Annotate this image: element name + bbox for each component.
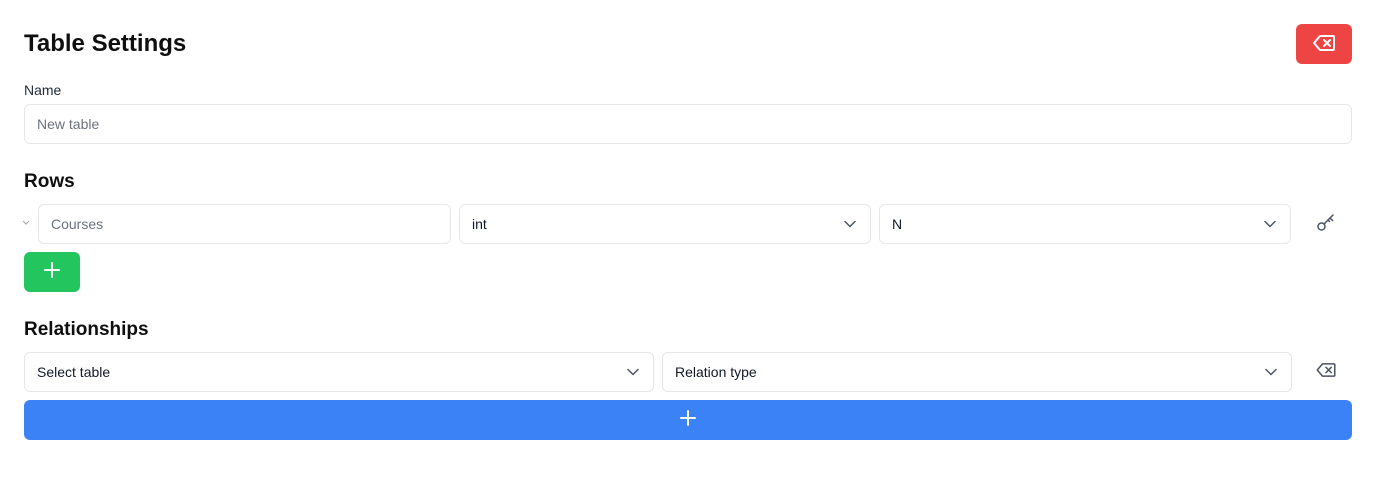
delete-backspace-icon [1316, 362, 1336, 382]
chevron-down-icon [1263, 364, 1279, 380]
chevron-down-icon [842, 216, 858, 232]
row-type-value: int [472, 216, 487, 232]
add-relationship-button[interactable] [24, 400, 1352, 440]
key-icon [1316, 212, 1336, 237]
chevron-down-icon [1262, 216, 1278, 232]
relationships-heading: Relationships [24, 319, 149, 340]
add-row-button[interactable] [24, 252, 80, 292]
row-name-input[interactable] [38, 204, 451, 244]
delete-table-button[interactable] [1296, 24, 1352, 64]
table-settings-panel: Table Settings Name Rows int N [22, 0, 1352, 488]
chevron-down-icon [625, 364, 641, 380]
row-nullability-select[interactable]: N [879, 204, 1291, 244]
delete-relationship-button[interactable] [1304, 356, 1348, 388]
primary-key-toggle[interactable] [1304, 208, 1348, 240]
row-nullability-value: N [892, 216, 903, 232]
relationship-table-value: Select table [37, 364, 111, 380]
delete-backspace-icon [1313, 34, 1335, 54]
page-title: Table Settings [24, 30, 187, 57]
drag-handle-icon[interactable] [22, 218, 30, 230]
rows-heading: Rows [24, 171, 75, 192]
relationship-type-select[interactable]: Relation type [662, 352, 1292, 392]
name-label: Name [24, 82, 62, 98]
plus-icon [679, 409, 697, 432]
plus-icon [43, 261, 61, 284]
relationship-table-select[interactable]: Select table [24, 352, 654, 392]
row-type-select[interactable]: int [459, 204, 871, 244]
table-name-input[interactable] [24, 104, 1352, 144]
relationship-type-value: Relation type [675, 364, 757, 380]
